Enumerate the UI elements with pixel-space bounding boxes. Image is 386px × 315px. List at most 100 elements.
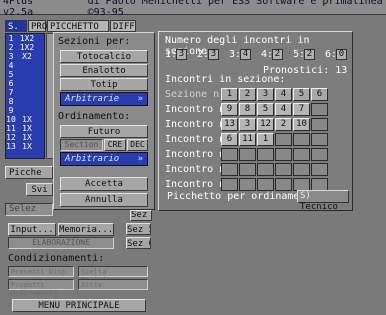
match-cell[interactable] <box>293 163 310 176</box>
list-item[interactable]: 1 1X2 <box>6 34 44 43</box>
condition-field-4[interactable]: Attiv <box>78 279 148 290</box>
list-item[interactable]: 12 1X <box>6 133 44 142</box>
sez6-button[interactable]: Sez 6 <box>126 237 151 249</box>
list-item[interactable]: 13 1X <box>6 142 44 151</box>
accetta-button[interactable]: Accetta <box>60 177 148 191</box>
match-cell[interactable]: 5 <box>257 103 274 116</box>
section-header-cell: 3 <box>257 88 274 101</box>
condition-field-3[interactable]: Prodotti ordinamento <box>8 279 74 297</box>
match-number: 12 <box>6 133 16 142</box>
match-cell[interactable] <box>221 163 238 176</box>
memoria-button[interactable]: Memoria... <box>58 223 114 236</box>
cre-button[interactable]: CRE <box>104 139 126 151</box>
tab-sn[interactable]: S. N. <box>5 20 27 44</box>
table-row: Incontro n.213312210 <box>165 117 329 132</box>
elaborazione-button[interactable]: ELABORAZIONE <box>8 237 114 249</box>
section-count-label: 6: <box>325 49 338 60</box>
match-cell[interactable] <box>275 163 292 176</box>
match-cell[interactable] <box>239 148 256 161</box>
match-cell[interactable] <box>275 178 292 191</box>
match-cell[interactable]: 13 <box>221 118 238 131</box>
match-cell[interactable] <box>257 163 274 176</box>
list-item[interactable]: 9 <box>6 106 44 115</box>
match-cell[interactable] <box>239 178 256 191</box>
match-cell[interactable] <box>311 133 328 146</box>
match-cell[interactable]: 6 <box>221 133 238 146</box>
match-prediction: 1X <box>22 124 32 133</box>
svi-button[interactable]: Svi <box>26 183 53 196</box>
match-cell[interactable]: 7 <box>293 103 310 116</box>
section-count-box[interactable]: 3 <box>176 49 187 60</box>
picche-field[interactable]: Picche <box>5 166 53 179</box>
arbitrario-button[interactable]: Arbitrario » <box>60 152 148 166</box>
section-count-box[interactable]: 2 <box>272 49 283 60</box>
selez-field[interactable]: Selez <box>5 203 53 216</box>
condition-field-1[interactable]: Presenti Disp. <box>8 266 74 277</box>
arbitrarie-button[interactable]: Arbitrarie » <box>60 92 148 106</box>
enalotto-button[interactable]: Enalotto <box>60 64 148 77</box>
list-item[interactable]: 4 <box>6 61 44 70</box>
section-count-box[interactable]: 4 <box>240 49 251 60</box>
sez5-button[interactable]: Sez 5 <box>126 223 151 235</box>
section-count-label: 2: <box>197 49 210 60</box>
match-cell[interactable]: 3 <box>239 118 256 131</box>
match-cell[interactable]: 10 <box>293 118 310 131</box>
section-count-box[interactable]: 2 <box>304 49 315 60</box>
list-item[interactable]: 8 <box>6 97 44 106</box>
match-cell[interactable]: 4 <box>275 103 292 116</box>
match-cell[interactable] <box>293 133 310 146</box>
match-number: 3 <box>8 52 14 61</box>
match-prediction <box>16 79 38 88</box>
sez4-button[interactable]: Sez 4 <box>130 210 152 221</box>
match-cell[interactable]: 1 <box>257 133 274 146</box>
match-prediction: 1X2 <box>19 34 35 43</box>
grid-header-row: Sezione n. 1 2 3 4 5 6 <box>165 87 329 102</box>
incontro-label: Incontro n.3 <box>165 134 221 145</box>
match-cell[interactable] <box>239 163 256 176</box>
tab-diff[interactable]: DIFF <box>110 20 136 32</box>
section-count-box[interactable]: 3 <box>208 49 219 60</box>
annulla-button[interactable]: Annulla <box>60 193 148 207</box>
tab-picchetto[interactable]: PICCHETTO <box>47 20 109 32</box>
tab-pro[interactable]: PRO <box>28 20 47 32</box>
section-header-cell: 1 <box>221 88 238 101</box>
picchetto-selector[interactable]: S) Tecnico <box>297 190 349 212</box>
input-button[interactable]: Input... <box>8 223 56 236</box>
list-item[interactable]: 5 <box>6 70 44 79</box>
condition-field-2[interactable]: Scelta posizione <box>78 266 148 284</box>
match-cell[interactable] <box>311 103 328 116</box>
match-cell[interactable] <box>275 133 292 146</box>
match-cell[interactable]: 8 <box>239 103 256 116</box>
match-cell[interactable] <box>257 178 274 191</box>
match-cell[interactable] <box>311 118 328 131</box>
futuro-button[interactable]: Futuro <box>60 125 148 138</box>
list-item[interactable]: 7 <box>6 88 44 97</box>
menu-principale-button[interactable]: MENU PRINCIPALE <box>12 299 146 312</box>
match-number-list[interactable]: 1 1X2 2 1X2 3 X2 4 5 6 7 8 9 10 1X 11 1X 12 1X 13 1X <box>5 33 45 159</box>
list-item[interactable]: 6 <box>6 79 44 88</box>
match-cell[interactable] <box>311 163 328 176</box>
list-item[interactable]: 2 1X2 <box>6 43 44 52</box>
match-cell[interactable] <box>221 178 238 191</box>
match-number: 10 <box>6 115 16 124</box>
match-cell[interactable] <box>311 148 328 161</box>
match-cell[interactable] <box>293 148 310 161</box>
list-item[interactable]: 3 X2 <box>6 52 44 61</box>
match-cell[interactable] <box>275 148 292 161</box>
match-cell[interactable]: 2 <box>275 118 292 131</box>
dec-button[interactable]: DEC <box>127 139 148 151</box>
match-cell[interactable] <box>221 148 238 161</box>
table-row: Incontro n.36111 <box>165 132 329 147</box>
list-item[interactable]: 10 1X <box>6 115 44 124</box>
list-item[interactable]: 11 1X <box>6 124 44 133</box>
match-cell[interactable]: 9 <box>221 103 238 116</box>
totocalcio-button[interactable]: Totocalcio <box>60 50 148 63</box>
match-cell[interactable]: 11 <box>239 133 256 146</box>
section-count-box[interactable]: 0 <box>336 49 347 60</box>
match-cell[interactable] <box>257 148 274 161</box>
match-cell[interactable]: 12 <box>257 118 274 131</box>
section-button[interactable]: Section <box>60 139 103 151</box>
pronostici-value: 13 <box>335 65 348 76</box>
totip-button[interactable]: Totip <box>60 78 148 91</box>
arbitrario-arrow-icon: » <box>137 154 143 164</box>
